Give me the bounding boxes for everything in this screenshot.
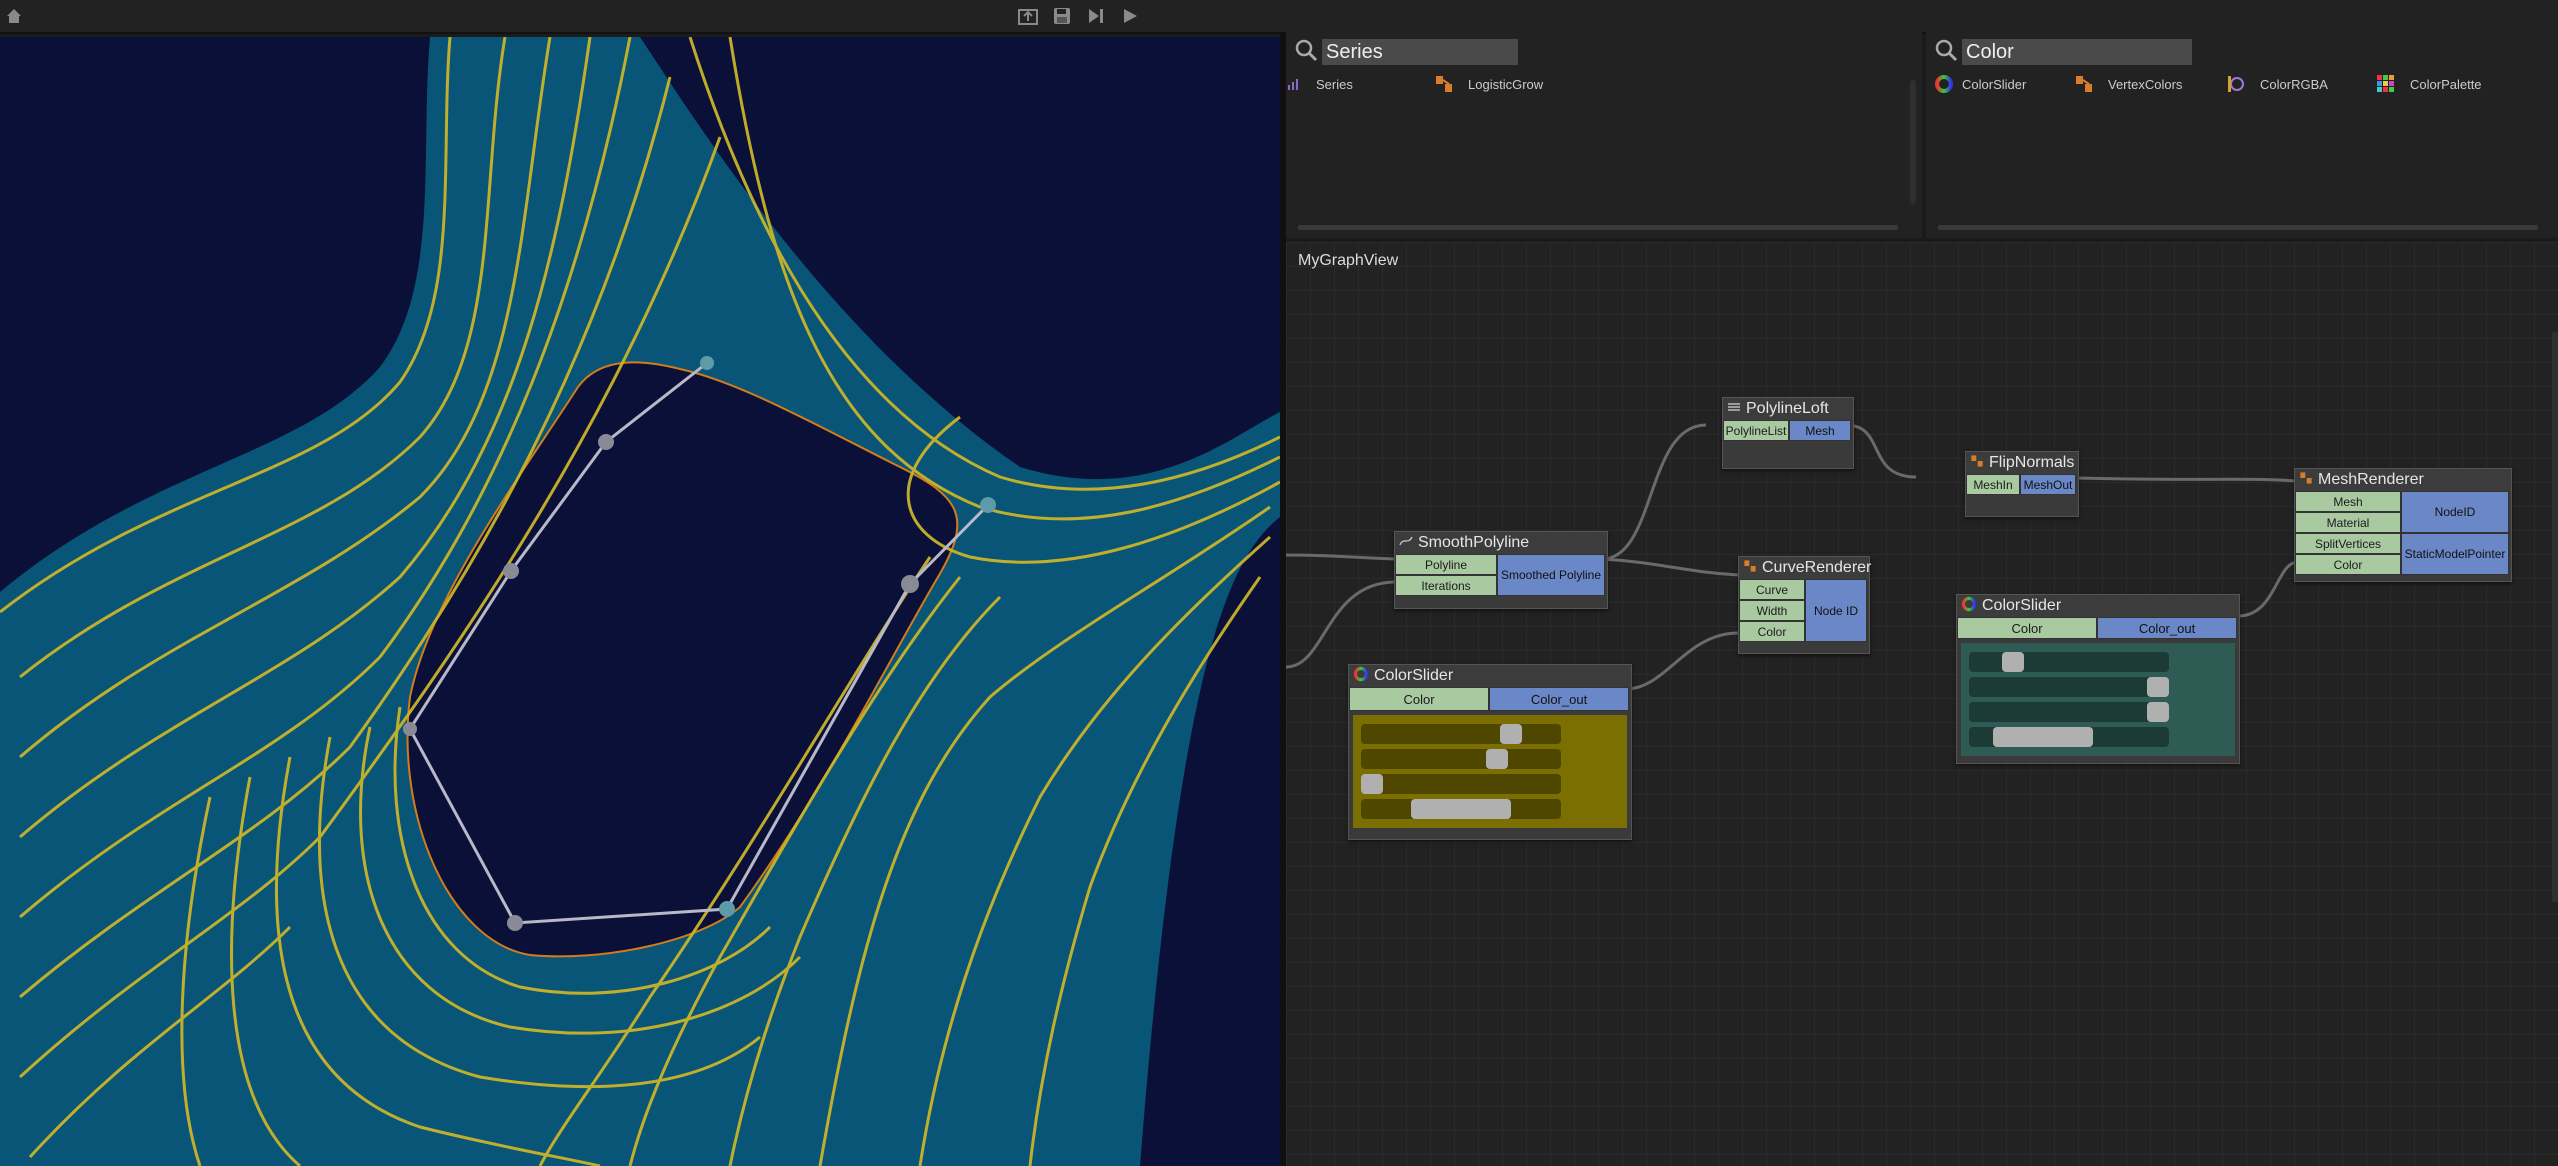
search-icon <box>1934 38 1958 67</box>
node-polylineloft[interactable]: PolylineLoft PolylineList Mesh <box>1722 397 1854 469</box>
palette-icon <box>2376 74 2396 94</box>
color-rgba-icon <box>2226 74 2246 94</box>
slider-handle[interactable] <box>1411 799 1511 819</box>
home-icon[interactable] <box>2 4 26 28</box>
input-pin[interactable]: Iterations <box>1395 575 1497 596</box>
3d-viewport[interactable] <box>0 37 1280 1166</box>
series-icon <box>1286 74 1306 94</box>
node-icon <box>1434 74 1454 94</box>
output-pin[interactable]: Mesh <box>1789 420 1851 441</box>
input-pin[interactable]: Color <box>1349 687 1489 711</box>
node-smoothpolyline[interactable]: SmoothPolyline Polyline Iterations Smoot… <box>1394 531 1608 609</box>
slider-track[interactable] <box>1969 677 2169 697</box>
color-wheel-icon <box>1934 74 1954 94</box>
export-icon[interactable] <box>1016 4 1040 28</box>
library-item-colorrgba[interactable]: ColorRGBA <box>2226 74 2328 94</box>
library-item-series[interactable]: Series <box>1286 74 1353 94</box>
horizontal-scrollbar[interactable] <box>1298 225 1898 230</box>
slider-handle[interactable] <box>1500 724 1522 744</box>
slider-track[interactable] <box>1361 749 1561 769</box>
node-colorslider-yellow[interactable]: ColorSlider Color Color_out <box>1348 664 1632 840</box>
library-item-vertexcolors[interactable]: VertexColors <box>2074 74 2182 94</box>
input-pin[interactable]: Polyline <box>1395 554 1497 575</box>
slider-track[interactable] <box>1361 774 1561 794</box>
library-item-colorslider[interactable]: ColorSlider <box>1934 74 2026 94</box>
input-pin[interactable]: PolylineList <box>1723 420 1789 441</box>
series-search-input[interactable] <box>1322 39 1518 65</box>
node-meshrenderer[interactable]: MeshRenderer Mesh Material SplitVertices… <box>2294 468 2512 582</box>
node-icon <box>1727 400 1741 418</box>
output-pin[interactable]: MeshOut <box>2020 474 2076 495</box>
node-title: PolylineLoft <box>1746 400 1829 417</box>
output-pin[interactable]: Color_out <box>2097 617 2237 639</box>
slider-track[interactable] <box>1361 724 1561 744</box>
library-item-label: ColorPalette <box>2410 76 2482 92</box>
output-pin[interactable]: NodeID <box>2401 491 2509 533</box>
slider-handle[interactable] <box>2147 702 2169 722</box>
viewport-canvas[interactable] <box>0 37 1280 1166</box>
color-wheel-icon <box>1961 596 1977 617</box>
library-item-label: LogisticGrow <box>1468 76 1544 92</box>
output-pin[interactable]: Node ID <box>1805 579 1867 642</box>
output-pin[interactable]: Color_out <box>1489 687 1629 711</box>
output-pin[interactable]: Smoothed Polyline <box>1497 554 1605 596</box>
node-icon <box>1743 559 1757 578</box>
node-title: ColorSlider <box>1982 597 2062 614</box>
vertical-scrollbar[interactable] <box>1910 80 1916 204</box>
node-icon <box>1970 454 1984 473</box>
input-pin[interactable]: Material <box>2295 512 2401 533</box>
rgba-slider-group <box>1961 643 2235 756</box>
slider-handle[interactable] <box>1486 749 1508 769</box>
slider-track[interactable] <box>1969 727 2169 747</box>
node-icon <box>2074 74 2094 94</box>
node-icon <box>2299 471 2313 490</box>
graph-vertical-scrollbar[interactable] <box>2552 332 2558 902</box>
input-pin[interactable]: Color <box>1739 621 1805 642</box>
input-pin[interactable]: Mesh <box>2295 491 2401 512</box>
node-title: SmoothPolyline <box>1418 534 1530 551</box>
node-title: ColorSlider <box>1374 667 1454 684</box>
rgba-slider-group <box>1353 715 1627 828</box>
slider-handle[interactable] <box>1361 774 1383 794</box>
library-item-label: Series <box>1316 76 1353 92</box>
library-item-label: VertexColors <box>2108 76 2183 92</box>
slider-handle[interactable] <box>2147 677 2169 697</box>
input-pin[interactable]: Width <box>1739 600 1805 621</box>
slider-handle[interactable] <box>2002 652 2024 672</box>
node-graph-view[interactable]: MyGraphView PolylineLoft PolylineList Me… <box>1286 242 2558 1166</box>
slider-track[interactable] <box>1969 702 2169 722</box>
input-pin[interactable]: SplitVertices <box>2295 533 2401 554</box>
input-pin[interactable]: Color <box>1957 617 2097 639</box>
node-title: MeshRenderer <box>2318 471 2424 488</box>
input-pin[interactable]: Curve <box>1739 579 1805 600</box>
slider-track[interactable] <box>1361 799 1561 819</box>
node-colorslider-teal[interactable]: ColorSlider Color Color_out <box>1956 594 2240 764</box>
color-search-input[interactable] <box>1962 39 2192 65</box>
library-item-label: ColorRGBA <box>2260 76 2328 92</box>
input-pin[interactable]: Color <box>2295 554 2401 575</box>
step-icon[interactable] <box>1084 4 1108 28</box>
color-library-panel: ColorSlider VertexColors ColorRGBA Color… <box>1926 32 2558 238</box>
top-toolbar <box>0 0 2558 34</box>
search-icon <box>1294 38 1318 67</box>
output-pin[interactable]: StaticModelPointer <box>2401 533 2509 575</box>
color-wheel-icon <box>1353 666 1369 687</box>
input-pin[interactable]: MeshIn <box>1966 474 2020 495</box>
slider-track[interactable] <box>1969 652 2169 672</box>
library-item-colorpalette[interactable]: ColorPalette <box>2376 74 2482 94</box>
slider-handle[interactable] <box>1993 727 2093 747</box>
library-item-logisticgrow[interactable]: LogisticGrow <box>1434 74 1543 94</box>
library-item-label: ColorSlider <box>1962 76 2027 92</box>
horizontal-scrollbar[interactable] <box>1938 225 2538 230</box>
node-icon <box>1399 534 1413 552</box>
node-curverenderer[interactable]: CurveRenderer Curve Width Color Node ID <box>1738 556 1872 654</box>
series-library-panel: Series LogisticGrow <box>1286 32 1922 238</box>
play-icon[interactable] <box>1118 4 1142 28</box>
node-title: CurveRenderer <box>1762 559 1872 576</box>
save-icon[interactable] <box>1050 4 1074 28</box>
node-title: FlipNormals <box>1989 454 2075 471</box>
node-flipnormals[interactable]: FlipNormals MeshIn MeshOut <box>1965 451 2079 517</box>
